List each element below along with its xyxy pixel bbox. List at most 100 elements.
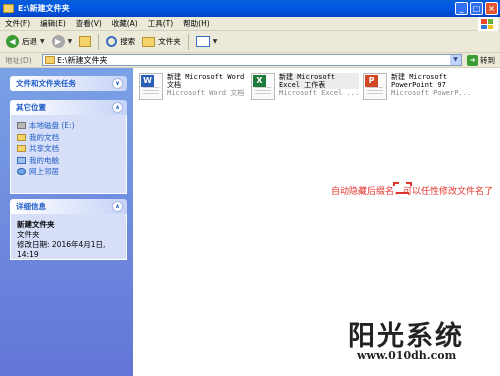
chevron-up-icon[interactable]: ∧ [112, 102, 123, 113]
excel-badge: X [253, 75, 266, 87]
search-label: 搜索 [120, 37, 136, 46]
details-name: 新建文件夹 [17, 220, 55, 229]
folders-label: 文件夹 [158, 37, 181, 46]
place-local-disk[interactable]: 本地磁盘 (E:) [17, 120, 120, 132]
views-icon [195, 36, 210, 47]
close-button[interactable]: × [485, 2, 498, 15]
menu-bar: 文件(F) 编辑(E) 查看(V) 收藏(A) 工具(T) 帮助(H) [0, 17, 500, 31]
menu-view[interactable]: 查看(V) [71, 18, 107, 29]
file-name-line2: PowerPoint 97 [391, 81, 446, 89]
folder-icon [17, 145, 26, 153]
folders-icon [142, 36, 156, 47]
file-name: 新建 Microsoft [279, 73, 360, 81]
search-button[interactable]: 搜索 [104, 36, 137, 47]
toolbar-divider [187, 33, 189, 50]
toolbar: ◀ 后退 ▼ ▶ ▼ 搜索 文件夹 ▼ [0, 31, 500, 53]
tasks-panel-header[interactable]: 文件和文件夹任务 ∨ [10, 76, 127, 91]
file-word[interactable]: W 新建 Microsoft Word 文档 Microsoft Word 文档 [139, 73, 254, 101]
place-label: 我的文档 [29, 132, 59, 142]
maximize-button[interactable]: □ [470, 2, 483, 15]
folder-up-icon [79, 36, 92, 47]
watermark-url: www.010dh.com [357, 349, 457, 362]
menu-edit[interactable]: 编辑(E) [35, 18, 71, 29]
tasks-panel: 文件和文件夹任务 ∨ [10, 76, 127, 91]
back-label: 后退 [22, 37, 37, 46]
back-button[interactable]: ◀ 后退 ▼ [4, 35, 47, 48]
search-icon [106, 36, 118, 47]
go-button[interactable]: ➜ 转到 [467, 54, 495, 66]
chevron-down-icon: ▼ [40, 38, 45, 45]
places-panel-title: 其它位置 [16, 103, 46, 112]
menu-file[interactable]: 文件(F) [0, 18, 35, 29]
details-panel-title: 详细信息 [16, 202, 46, 211]
menu-tools[interactable]: 工具(T) [143, 18, 178, 29]
forward-button[interactable]: ▶ ▼ [50, 35, 75, 48]
file-type: Microsoft Word 文档 [167, 89, 245, 97]
word-document-icon: W [139, 73, 163, 100]
address-bar: 地址(D) E:\新建文件夹 ▼ ➜ 转到 [0, 53, 500, 68]
chevron-up-icon[interactable]: ∧ [112, 201, 123, 212]
folders-button[interactable]: 文件夹 [140, 36, 183, 47]
watermark-title: 阳光系统 [348, 321, 464, 352]
place-label: 我的电脑 [29, 155, 59, 165]
place-shared-documents[interactable]: 共享文档 [17, 143, 120, 155]
menu-help[interactable]: 帮助(H) [178, 18, 215, 29]
powerpoint-icon: P [363, 73, 387, 100]
drive-icon [17, 122, 26, 130]
places-panel: 其它位置 ∧ 本地磁盘 (E:) 我的文档 共享文档 我的电脑 网上邻居 [10, 100, 127, 194]
details-panel-header[interactable]: 详细信息 ∧ [10, 199, 127, 214]
minimize-button[interactable]: _ [455, 2, 468, 15]
places-list: 本地磁盘 (E:) 我的文档 共享文档 我的电脑 网上邻居 [10, 115, 127, 194]
window-title: E:\新建文件夹 [18, 4, 70, 13]
address-label: 地址(D) [5, 55, 32, 65]
title-bar: E:\新建文件夹 _ □ × [0, 0, 500, 17]
back-arrow-icon: ◀ [6, 35, 19, 48]
up-button[interactable] [77, 36, 93, 47]
folder-icon [45, 56, 55, 64]
file-excel[interactable]: X 新建 Microsoft Excel 工作表 Microsoft Excel… [251, 73, 366, 101]
file-powerpoint[interactable]: P 新建 Microsoft PowerPoint 97 Microsoft P… [363, 73, 478, 101]
details-modified: 修改日期: 2016年4月1日, [17, 240, 106, 249]
task-pane: 文件和文件夹任务 ∨ 其它位置 ∧ 本地磁盘 (E:) 我的文档 共享文档 我的… [0, 68, 133, 376]
place-label: 本地磁盘 (E:) [29, 121, 75, 131]
windows-logo [478, 17, 498, 31]
file-type: Microsoft PowerP... [391, 89, 472, 97]
window-controls: _ □ × [455, 2, 498, 15]
details-type: 文件夹 [17, 230, 40, 239]
file-name-line2: 文档 [167, 81, 181, 89]
windows-flag-icon [481, 19, 493, 29]
places-panel-header[interactable]: 其它位置 ∧ [10, 100, 127, 115]
place-my-computer[interactable]: 我的电脑 [17, 155, 120, 167]
bracket-mark [393, 182, 412, 194]
network-icon [17, 168, 26, 176]
chevron-down-icon: ▼ [212, 38, 218, 45]
file-name-line2: Excel 工作表 [279, 81, 360, 89]
go-arrow-icon: ➜ [467, 54, 478, 66]
place-label: 网上邻居 [29, 167, 59, 177]
go-label: 转到 [480, 55, 495, 65]
views-button[interactable]: ▼ [194, 36, 220, 47]
details-panel: 详细信息 ∧ 新建文件夹 文件夹 修改日期: 2016年4月1日, 14:19 [10, 199, 127, 260]
annotation-text: 自动隐藏后缀名，可以任性修改文件名了 [331, 187, 494, 197]
excel-workbook-icon: X [251, 73, 275, 100]
address-input[interactable]: E:\新建文件夹 ▼ [42, 54, 462, 66]
word-badge: W [141, 75, 154, 87]
chevron-down-icon[interactable]: ∨ [112, 78, 123, 89]
file-name: 新建 Microsoft Word [167, 73, 245, 81]
chevron-down-icon[interactable]: ▼ [450, 55, 461, 65]
file-type: Microsoft Excel ... [279, 89, 360, 97]
place-label: 共享文档 [29, 144, 59, 154]
forward-arrow-icon: ▶ [51, 35, 65, 48]
file-name: 新建 Microsoft [391, 73, 448, 81]
menu-favorites[interactable]: 收藏(A) [107, 18, 143, 29]
toolbar-divider [98, 33, 100, 50]
tasks-panel-title: 文件和文件夹任务 [16, 79, 76, 88]
folder-icon [3, 4, 14, 13]
details-modified-time: 14:19 [17, 250, 39, 259]
place-network[interactable]: 网上邻居 [17, 166, 120, 178]
powerpoint-badge: P [365, 75, 378, 87]
chevron-down-icon: ▼ [67, 38, 73, 45]
folder-icon [17, 133, 26, 141]
place-my-documents[interactable]: 我的文档 [17, 132, 120, 144]
computer-icon [17, 156, 26, 164]
